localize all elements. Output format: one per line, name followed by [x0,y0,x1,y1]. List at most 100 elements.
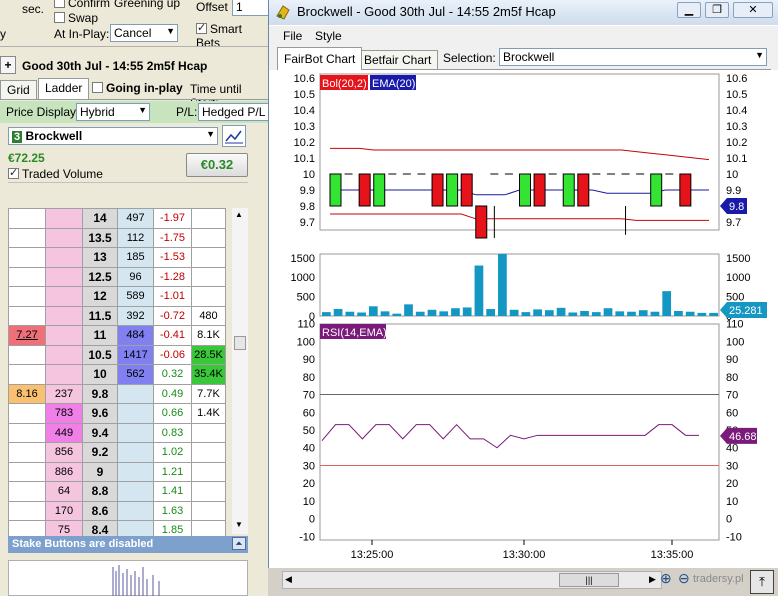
confirm-checkbox[interactable]: Confirm [54,0,110,10]
ladder-cell-lay-volume[interactable]: 392 [117,305,154,326]
going-inplay-checkbox[interactable]: Going in-play [92,81,183,95]
tab-betfair[interactable]: Betfair Chart [357,50,439,69]
ladder-cell-back-volume[interactable]: 449 [45,422,83,443]
ladder-cell-lay-volume[interactable] [117,481,154,502]
ladder-cell-back-price[interactable] [8,403,46,424]
offset-input[interactable]: 1 [232,0,268,16]
pl-select[interactable]: Hedged P/L [198,103,268,121]
horizontal-scrollbar[interactable]: ◀ ||| ▶ [282,571,662,589]
ladder-cell-back-volume[interactable]: 886 [45,461,83,482]
ladder-cell-back-volume[interactable] [45,247,83,268]
runner-select[interactable]: 3 Brockwell ▼ [8,127,218,145]
ladder-cell-back-price[interactable] [8,208,46,229]
ladder-cell-back-price[interactable] [8,227,46,248]
add-button[interactable]: + [0,56,16,74]
scroll-up-icon[interactable]: ▲ [235,210,243,219]
ladder-cell-lay-volume[interactable]: 497 [117,208,154,229]
ladder-cell-lay-volume[interactable] [117,383,154,404]
ladder-cell-lay-volume[interactable] [117,403,154,424]
ladder-row[interactable]: 10 562 0.32 35.4K [8,364,226,385]
ladder-row[interactable]: 8.16 237 9.8 0.49 7.7K [8,383,226,404]
ladder-cell-back-volume[interactable] [45,227,83,248]
scroll-left-icon[interactable]: ◀ [285,574,292,585]
ladder-cell-back-volume[interactable] [45,325,83,346]
price-display-select[interactable]: Hybrid ▼ [76,103,150,121]
hedge-button[interactable]: €0.32 [186,153,248,177]
ladder-cell-lay-volume[interactable] [117,500,154,521]
maximize-button[interactable]: ❐ [705,2,729,18]
collapse-icon[interactable]: ⏶ [232,537,246,550]
ladder-cell-back-volume[interactable]: 783 [45,403,83,424]
at-inplay-select[interactable]: Cancel ▼ [110,24,178,42]
y-tick-label-right: 1000 [726,272,750,284]
ladder-cell-lay-volume[interactable] [117,422,154,443]
tab-ladder[interactable]: Ladder [38,78,90,99]
selection-select[interactable]: Brockwell ▼ [499,48,767,66]
ladder-cell-back-price[interactable] [8,481,46,502]
ladder-cell-back-price[interactable]: 8.16 [8,383,46,404]
volume-bar [521,312,531,316]
ladder-cell-back-price[interactable] [8,286,46,307]
ladder-row[interactable]: 12.5 96 -1.28 [8,266,226,287]
ladder-row[interactable]: 13 185 -1.53 [8,247,226,268]
ladder-row[interactable]: 449 9.4 0.83 [8,422,226,443]
ladder-row[interactable]: 886 9 1.21 [8,461,226,482]
ladder-row[interactable]: 12 589 -1.01 [8,286,226,307]
tab-grid[interactable]: Grid [0,80,37,99]
scroll-down-icon[interactable]: ▼ [235,520,243,529]
ladder-cell-back-price[interactable] [8,364,46,385]
ladder-row[interactable]: 13.5 112 -1.75 [8,227,226,248]
ladder-cell-back-price[interactable]: 7.27 [8,325,46,346]
ladder-cell-lay-volume[interactable] [117,442,154,463]
scroll-thumb[interactable]: ||| [559,573,619,587]
ladder-row[interactable]: 11.5 392 -0.72 480 [8,305,226,326]
ladder-cell-lay-volume[interactable] [117,461,154,482]
scroll-thumb[interactable] [234,336,246,350]
ladder-cell-lay-volume[interactable]: 589 [117,286,154,307]
ladder-cell-back-volume[interactable]: 237 [45,383,83,404]
menu-style[interactable]: Style [315,29,342,43]
menu-file[interactable]: File [283,29,302,43]
minimize-button[interactable]: ▁ [677,2,701,18]
ladder-row[interactable]: 64 8.8 1.41 [8,481,226,502]
ladder-cell-back-price[interactable] [8,422,46,443]
ladder-cell-lay-volume[interactable]: 1417 [117,344,154,365]
ladder-cell-lay-volume[interactable]: 112 [117,227,154,248]
ladder-row[interactable]: 170 8.6 1.63 [8,500,226,521]
chart-icon[interactable] [222,125,246,147]
zoom-out-icon[interactable]: ⊖ [678,570,690,587]
fit-icon[interactable]: ⤒ [750,570,774,594]
zoom-in-icon[interactable]: ⊕ [660,570,672,587]
ladder-row[interactable]: 783 9.6 0.66 1.4K [8,403,226,424]
ladder-cell-back-price[interactable] [8,442,46,463]
ladder-cell-back-price[interactable] [8,266,46,287]
ladder-row[interactable]: 7.27 11 484 -0.41 8.1K [8,325,226,346]
ladder-cell-back-volume[interactable]: 170 [45,500,83,521]
ladder-cell-back-price[interactable] [8,247,46,268]
ladder-cell-back-volume[interactable] [45,364,83,385]
ladder-cell-back-volume[interactable]: 64 [45,481,83,502]
close-button[interactable]: ✕ [733,2,773,18]
ladder-cell-back-price[interactable] [8,305,46,326]
ladder-scrollbar[interactable]: ▲ ▼ [232,208,248,534]
tab-fairbot[interactable]: FairBot Chart [277,47,363,70]
ladder-cell-lay-volume[interactable]: 185 [117,247,154,268]
ladder-cell-back-volume[interactable]: 856 [45,442,83,463]
ladder-cell-lay-volume[interactable]: 562 [117,364,154,385]
scroll-right-icon[interactable]: ▶ [649,574,656,585]
ladder-cell-lay-volume[interactable]: 96 [117,266,154,287]
ladder-cell-back-price[interactable] [8,461,46,482]
ladder-cell-back-price[interactable] [8,500,46,521]
traded-volume-checkbox[interactable]: Traded Volume [8,166,103,181]
ladder-cell-back-volume[interactable] [45,286,83,307]
ladder-cell-back-volume[interactable] [45,208,83,229]
ladder-cell-lay-volume[interactable]: 484 [117,325,154,346]
ladder-cell-back-price[interactable] [8,344,46,365]
ladder-row[interactable]: 856 9.2 1.02 [8,442,226,463]
ladder-cell-back-volume[interactable] [45,266,83,287]
ladder-cell-back-volume[interactable] [45,305,83,326]
ladder-row[interactable]: 14 497 -1.97 [8,208,226,229]
ladder-cell-back-volume[interactable] [45,344,83,365]
swap-checkbox[interactable]: Swap [54,11,98,25]
ladder-row[interactable]: 10.5 1417 -0.06 28.5K [8,344,226,365]
